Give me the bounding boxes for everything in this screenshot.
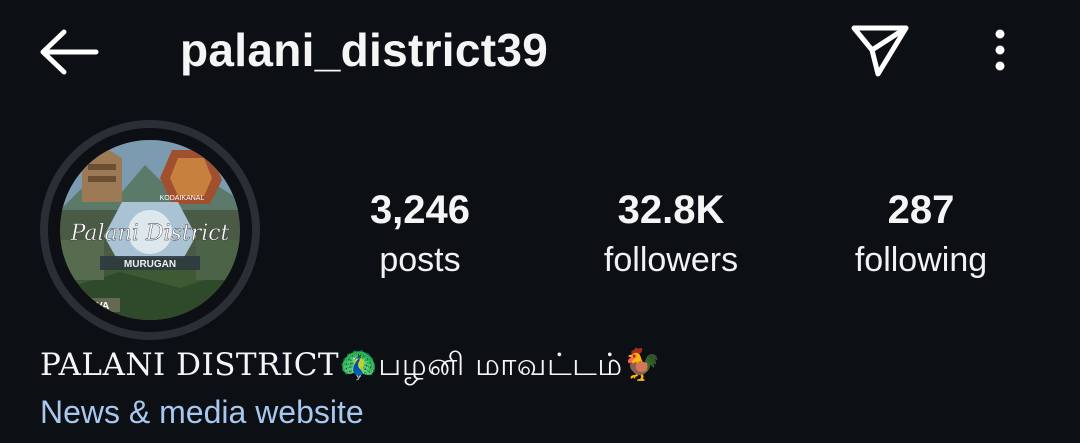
avatar[interactable]: MURUGAN KODAIKANAL MARAVA Palani Distric… (60, 140, 240, 320)
avatar-banner-text: MURUGAN (124, 259, 176, 270)
followers-count: 32.8K (617, 188, 725, 232)
avatar-gap: MURUGAN KODAIKANAL MARAVA Palani Distric… (48, 128, 252, 332)
avatar-collage-image: MURUGAN KODAIKANAL MARAVA Palani Distric… (60, 140, 240, 320)
profile-display-name: PALANI DISTRICT🦚பழனி மாவட்டம்🐓 (40, 347, 662, 383)
more-options-button[interactable] (982, 26, 1018, 76)
profile-screen: palani_district39 MURUGAN KODAIKANAL MAR… (0, 0, 1080, 443)
vertical-dots-icon (995, 29, 1005, 71)
avatar-top-text: KODAIKANAL (160, 195, 205, 202)
back-button[interactable] (36, 26, 102, 78)
followers-stat[interactable]: 32.8K followers (586, 186, 756, 282)
following-count: 287 (887, 188, 955, 232)
following-stat[interactable]: 287 following (836, 186, 1006, 282)
avatar-ring: MURUGAN KODAIKANAL MARAVA Palani Distric… (40, 120, 260, 340)
back-arrow-icon (40, 29, 99, 75)
posts-count: 3,246 (369, 188, 471, 232)
posts-label: posts (379, 241, 461, 279)
avatar-bottom-text: MARAVA (67, 301, 109, 312)
profile-category-link[interactable]: News & media website (40, 392, 364, 432)
followers-label: followers (603, 241, 739, 279)
share-profile-button[interactable] (848, 20, 912, 80)
avatar-script-text: Palani District (70, 221, 230, 246)
following-label: following (854, 241, 988, 279)
posts-stat[interactable]: 3,246 posts (340, 186, 500, 282)
profile-username: palani_district39 (180, 24, 549, 76)
paper-plane-icon (851, 25, 909, 77)
